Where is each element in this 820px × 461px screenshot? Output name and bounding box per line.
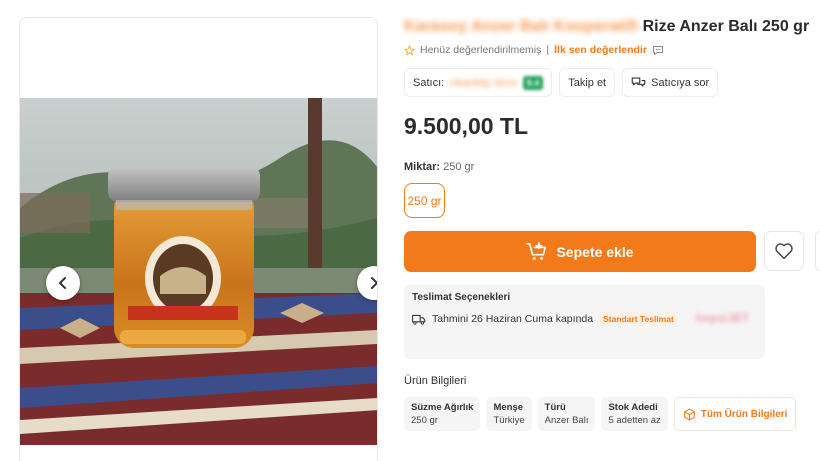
follow-button[interactable]: Takip et — [559, 68, 616, 97]
delivery-title: Teslimat Seçenekleri — [412, 292, 511, 303]
delivery-estimate: Tahmini 26 Haziran Cuma kapında — [432, 313, 594, 325]
chevron-right-icon — [371, 277, 377, 289]
seller-label: Satıcı: — [413, 76, 445, 89]
info-key: Türü — [544, 402, 566, 413]
info-value: 250 gr — [411, 415, 438, 426]
carrier-logo: hepsiJET — [696, 311, 750, 325]
seller-chip[interactable]: Satıcı: cleanbig store 9.4 — [404, 68, 553, 97]
info-key: Menşe — [493, 402, 524, 413]
product-info-row: Süzme Ağırlık 250 gr Menşe Türkiye Türü … — [404, 397, 797, 431]
info-card-weight: Süzme Ağırlık 250 gr — [404, 397, 481, 431]
info-value: Türkiye — [493, 415, 525, 426]
product-title: Karasoy Anzer Balı Kooperatifi Rize Anze… — [404, 18, 809, 36]
standard-delivery-badge: Standart Teslimat — [599, 312, 678, 326]
seller-row: Satıcı: cleanbig store 9.4 Takip et Satı… — [404, 68, 719, 97]
amount-label-key: Miktar: — [404, 161, 441, 173]
product-price: 9.500,00 TL — [404, 113, 529, 139]
add-to-cart-button[interactable]: Sepete ekle — [404, 231, 756, 272]
favorite-button[interactable] — [764, 231, 804, 271]
not-rated-text: Henüz değerlendirilmemiş — [420, 44, 542, 56]
variant-option-250gr[interactable]: 250 gr — [404, 183, 445, 218]
amount-label-value: 250 gr — [443, 161, 475, 173]
all-product-info-label: Tüm Ürün Bilgileri — [700, 408, 788, 420]
info-key: Stok Adedi — [608, 402, 658, 413]
delivery-estimate-row: Tahmini 26 Haziran Cuma kapında Standart… — [412, 312, 678, 326]
product-info-title: Ürün Bilgileri — [404, 375, 467, 387]
product-name: Rize Anzer Balı 250 gr — [642, 18, 810, 35]
chat-bubbles-icon — [631, 76, 646, 87]
rate-first-link[interactable]: İlk sen değerlendir — [554, 44, 647, 56]
chevron-left-icon — [59, 277, 66, 289]
truck-icon — [412, 314, 426, 325]
heart-icon — [775, 243, 793, 260]
star-outline-icon — [404, 44, 415, 56]
separator: | — [546, 44, 550, 56]
ask-seller-button[interactable]: Satıcıya sor — [622, 68, 719, 97]
cart-plus-icon — [526, 241, 547, 260]
previous-image-button[interactable] — [46, 266, 80, 300]
product-gallery — [19, 17, 378, 461]
ask-seller-label: Satıcıya sor — [651, 76, 710, 89]
info-key: Süzme Ağırlık — [411, 402, 474, 413]
box-icon — [683, 408, 695, 420]
comment-icon — [652, 45, 663, 55]
share-button-partial[interactable] — [815, 231, 820, 271]
seller-score-badge: 9.4 — [522, 75, 544, 90]
rating-row: Henüz değerlendirilmemiş | İlk sen değer… — [404, 44, 664, 56]
follow-label: Takip et — [568, 76, 607, 89]
info-card-type: Türü Anzer Balı — [537, 397, 596, 431]
info-value: 5 adetten az — [608, 415, 661, 426]
all-product-info-button[interactable]: Tüm Ürün Bilgileri — [673, 397, 797, 431]
add-to-cart-label: Sepete ekle — [556, 243, 634, 260]
product-brand-blurred[interactable]: Karasoy Anzer Balı Kooperatifi — [404, 18, 638, 35]
delivery-options-panel: Teslimat Seçenekleri Tahmini 26 Haziran … — [404, 285, 765, 359]
amount-label: Miktar: 250 gr — [404, 161, 474, 173]
seller-name[interactable]: cleanbig store — [449, 77, 518, 89]
info-card-stock: Stok Adedi 5 adetten az — [601, 397, 668, 431]
info-card-origin: Menşe Türkiye — [486, 397, 532, 431]
info-value: Anzer Balı — [544, 415, 589, 426]
